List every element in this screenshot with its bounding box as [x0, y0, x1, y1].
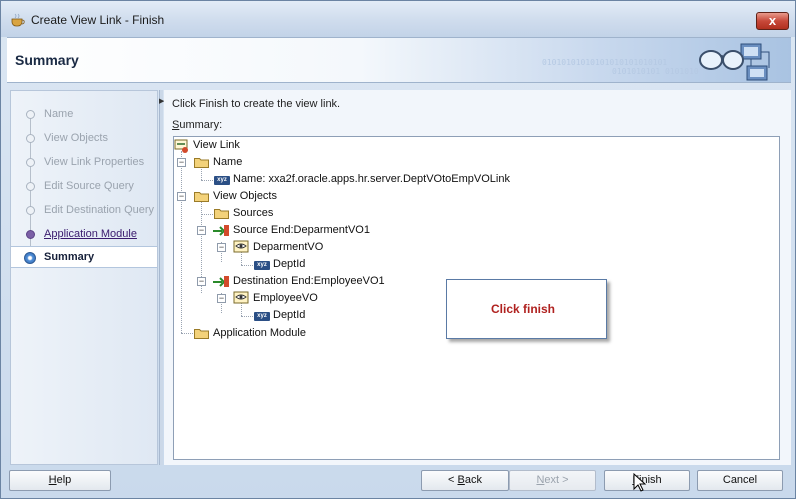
binary-line: 01010101010101010101010101	[542, 58, 668, 67]
callout-box: Click finish	[446, 279, 607, 339]
tree-node-view-link[interactable]: View Link	[174, 137, 474, 154]
step-edit-source-query: Edit Source Query	[11, 176, 157, 198]
title-bar[interactable]: Create View Link - Finish x	[1, 1, 795, 37]
step-label: Edit Destination Query	[44, 204, 155, 216]
folder-icon	[214, 209, 229, 219]
collapse-icon[interactable]: −	[177, 158, 186, 167]
collapse-icon[interactable]: −	[197, 226, 206, 235]
step-label[interactable]: Application Module	[44, 228, 137, 240]
xyz-attribute-icon: xyz	[214, 176, 230, 185]
step-view-link-properties: View Link Properties	[11, 152, 157, 174]
button-label: ext >	[544, 474, 569, 486]
mouse-cursor-icon	[633, 473, 647, 492]
summary-label-text: ummary:	[179, 119, 223, 131]
tree-node-label: DeptId	[273, 309, 306, 321]
cancel-button[interactable]: Cancel	[697, 470, 783, 491]
step-current-icon	[24, 252, 36, 264]
tree-node-label: DeparmentVO	[253, 241, 324, 253]
tree-node-label: Name	[213, 156, 243, 168]
xyz-attribute-icon: xyz	[254, 312, 270, 321]
mnemonic-char: B	[457, 474, 465, 486]
step-view-objects: View Objects	[11, 128, 157, 150]
tree-node-label: View Link	[193, 139, 240, 151]
xyz-attribute-icon: xyz	[254, 261, 270, 270]
help-button[interactable]: Help	[9, 470, 111, 491]
collapse-icon[interactable]: −	[197, 277, 206, 286]
back-button[interactable]: < Back	[421, 470, 509, 491]
mnemonic-char: H	[48, 474, 57, 486]
binary-line: 0101010101 0101010	[612, 67, 699, 76]
tree-node-label: DeptId	[273, 258, 306, 270]
window-title: Create View Link - Finish	[31, 13, 165, 27]
step-label: Name	[44, 108, 74, 120]
coffee-cup-icon	[11, 13, 25, 27]
step-dot-icon	[26, 158, 35, 167]
summary-label: Summary:	[172, 119, 222, 131]
step-dot-icon	[26, 134, 35, 143]
tree-node-destination-end[interactable]: − Destination End:EmployeeVO1	[174, 273, 474, 290]
tree-node-sources[interactable]: Sources	[174, 205, 474, 222]
step-dot-icon	[26, 110, 35, 119]
viewobject-icon	[233, 240, 249, 253]
instruction-text: Click Finish to create the view link.	[172, 98, 341, 110]
step-name: Name	[11, 104, 157, 126]
wizard-steps-panel: Name View Objects View Link Properties E…	[10, 90, 158, 465]
tree-node-view-objects[interactable]: − View Objects	[174, 188, 474, 205]
step-application-module[interactable]: Application Module	[11, 224, 157, 246]
folder-icon	[194, 329, 209, 339]
viewobject-icon	[233, 291, 249, 304]
callout-text: Click finish	[491, 302, 556, 316]
tree-node-name[interactable]: − Name	[174, 154, 474, 171]
tree-node-name-value[interactable]: xyz Name: xxa2f.oracle.apps.hr.server.De…	[174, 171, 574, 188]
button-label: Cancel	[722, 474, 758, 486]
folder-icon	[194, 192, 209, 202]
step-dot-icon	[26, 230, 35, 239]
tree-node-application-module[interactable]: Application Module	[174, 325, 474, 342]
step-label: View Link Properties	[44, 156, 145, 168]
tree-node-label: Destination End:EmployeeVO1	[233, 275, 385, 287]
button-label: elp	[56, 474, 72, 486]
dialog-window: Create View Link - Finish x Summary 0101…	[0, 0, 796, 499]
tree-node-source-end[interactable]: − Source End:DeparmentVO1	[174, 222, 474, 239]
step-summary[interactable]: Summary	[11, 246, 157, 268]
tree-node-label: Application Module	[213, 327, 306, 339]
tree-node-label: Source End:DeparmentVO1	[233, 224, 370, 236]
page-title: Summary	[15, 52, 79, 68]
step-label: Summary	[44, 251, 95, 263]
header-banner: Summary 01010101010101010101010101 01010…	[7, 37, 791, 83]
collapse-icon[interactable]: −	[217, 243, 226, 252]
tree-node-source-attr[interactable]: xyz DeptId	[174, 256, 474, 273]
collapse-icon[interactable]: −	[177, 192, 186, 201]
step-dot-icon	[26, 206, 35, 215]
tree-node-label: Name: xxa2f.oracle.apps.hr.server.DeptVO…	[233, 173, 510, 185]
finish-button[interactable]: Finish	[604, 470, 690, 491]
collapse-icon[interactable]: −	[217, 294, 226, 303]
close-icon: x	[768, 13, 777, 28]
button-label: ack	[464, 474, 482, 486]
viewlink-icon	[174, 139, 188, 153]
next-button[interactable]: Next >	[509, 470, 596, 491]
folder-icon	[194, 158, 209, 168]
tree-node-label: EmployeeVO	[253, 292, 318, 304]
step-dot-icon	[26, 182, 35, 191]
tree-node-destination-attr[interactable]: xyz DeptId	[174, 307, 474, 324]
viewlink-end-icon	[213, 276, 229, 287]
viewlink-end-icon	[213, 225, 229, 236]
step-label: Edit Source Query	[44, 180, 134, 192]
content-panel: Click Finish to create the view link. Su…	[164, 90, 791, 465]
step-edit-destination-query: Edit Destination Query	[11, 200, 157, 222]
glasses-network-icon	[699, 43, 770, 81]
tree-node-destination-vo[interactable]: − EmployeeVO	[174, 290, 474, 307]
step-label: View Objects	[44, 132, 108, 144]
close-button[interactable]: x	[756, 12, 789, 30]
tree-node-source-vo[interactable]: − DeparmentVO	[174, 239, 474, 256]
binary-decoration: 01010101010101010101010101 0101010101 01…	[542, 58, 699, 76]
panel-splitter[interactable]	[159, 90, 163, 465]
button-label: <	[448, 474, 458, 486]
tree-node-label: View Objects	[213, 190, 277, 202]
tree-node-label: Sources	[233, 207, 274, 219]
